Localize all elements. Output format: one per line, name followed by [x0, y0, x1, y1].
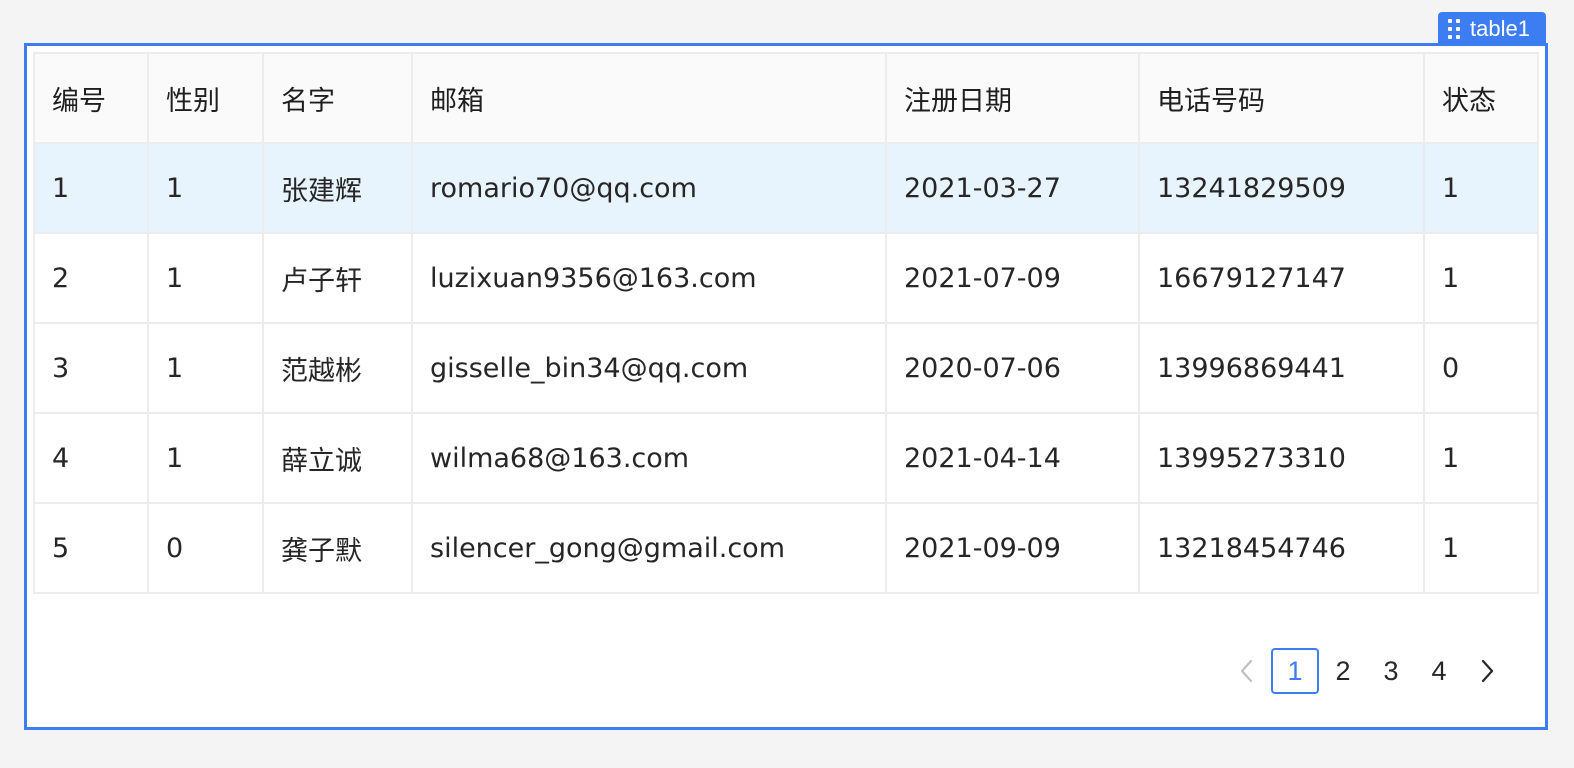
table-cell: 0	[147, 502, 264, 594]
table-cell: 卢子轩	[262, 232, 413, 324]
column-header-name[interactable]: 名字	[262, 52, 413, 144]
chevron-left-icon	[1240, 659, 1253, 683]
data-table: 编号 性别 名字 邮箱 注册日期 电话号码 状态 1 1 张建辉 romario…	[33, 52, 1539, 594]
table-cell: gisselle_bin34@qq.com	[411, 322, 887, 414]
pagination-prev-button[interactable]	[1223, 648, 1271, 694]
table-cell: 张建辉	[262, 142, 413, 234]
table-cell: 2020-07-06	[885, 322, 1140, 414]
table-cell: 0	[1423, 322, 1539, 414]
table-cell: 龚子默	[262, 502, 413, 594]
widget-name-tag[interactable]: table1	[1438, 12, 1546, 46]
table-cell: 13241829509	[1138, 142, 1425, 234]
table-cell: 2	[33, 232, 149, 324]
table-cell: 范越彬	[262, 322, 413, 414]
column-header-phone[interactable]: 电话号码	[1138, 52, 1425, 144]
table-cell: 2021-04-14	[885, 412, 1140, 504]
table-cell: 2021-07-09	[885, 232, 1140, 324]
table-cell: 1	[1423, 502, 1539, 594]
pagination-page-2[interactable]: 2	[1319, 648, 1367, 694]
column-header-email[interactable]: 邮箱	[411, 52, 887, 144]
table-container: 编号 性别 名字 邮箱 注册日期 电话号码 状态 1 1 张建辉 romario…	[33, 52, 1539, 594]
table-row[interactable]: 1 1 张建辉 romario70@qq.com 2021-03-27 1324…	[33, 142, 1539, 234]
table-cell: 1	[147, 232, 264, 324]
column-header-gender[interactable]: 性别	[147, 52, 264, 144]
table-row[interactable]: 5 0 龚子默 silencer_gong@gmail.com 2021-09-…	[33, 502, 1539, 594]
table-cell: 5	[33, 502, 149, 594]
drag-handle-icon[interactable]	[1448, 19, 1460, 39]
table-cell: 2021-03-27	[885, 142, 1140, 234]
table-header-row: 编号 性别 名字 邮箱 注册日期 电话号码 状态	[33, 52, 1539, 144]
table-cell: 2021-09-09	[885, 502, 1140, 594]
table-cell: 13218454746	[1138, 502, 1425, 594]
column-header-register-date[interactable]: 注册日期	[885, 52, 1140, 144]
table-cell: 3	[33, 322, 149, 414]
column-header-status[interactable]: 状态	[1423, 52, 1539, 144]
table-cell: 薛立诚	[262, 412, 413, 504]
widget-name-label: table1	[1470, 16, 1530, 41]
pagination: 1 2 3 4	[1223, 648, 1511, 694]
table-cell: luzixuan9356@163.com	[411, 232, 887, 324]
table-cell: 1	[33, 142, 149, 234]
table-cell: romario70@qq.com	[411, 142, 887, 234]
pagination-page-4[interactable]: 4	[1415, 648, 1463, 694]
table-cell: 1	[147, 142, 264, 234]
table-cell: 1	[147, 322, 264, 414]
table-row[interactable]: 2 1 卢子轩 luzixuan9356@163.com 2021-07-09 …	[33, 232, 1539, 324]
pagination-next-button[interactable]	[1463, 648, 1511, 694]
table-cell: 1	[147, 412, 264, 504]
table-cell: 1	[1423, 232, 1539, 324]
table-cell: wilma68@163.com	[411, 412, 887, 504]
table-cell: 13996869441	[1138, 322, 1425, 414]
column-header-id[interactable]: 编号	[33, 52, 149, 144]
pagination-page-1[interactable]: 1	[1271, 648, 1319, 694]
table-cell: 16679127147	[1138, 232, 1425, 324]
table-widget[interactable]: 编号 性别 名字 邮箱 注册日期 电话号码 状态 1 1 张建辉 romario…	[24, 43, 1548, 730]
table-cell: 1	[1423, 142, 1539, 234]
chevron-right-icon	[1481, 659, 1494, 683]
table-cell: 13995273310	[1138, 412, 1425, 504]
table-cell: silencer_gong@gmail.com	[411, 502, 887, 594]
table-cell: 1	[1423, 412, 1539, 504]
table-cell: 4	[33, 412, 149, 504]
pagination-page-3[interactable]: 3	[1367, 648, 1415, 694]
table-row[interactable]: 4 1 薛立诚 wilma68@163.com 2021-04-14 13995…	[33, 412, 1539, 504]
table-row[interactable]: 3 1 范越彬 gisselle_bin34@qq.com 2020-07-06…	[33, 322, 1539, 414]
